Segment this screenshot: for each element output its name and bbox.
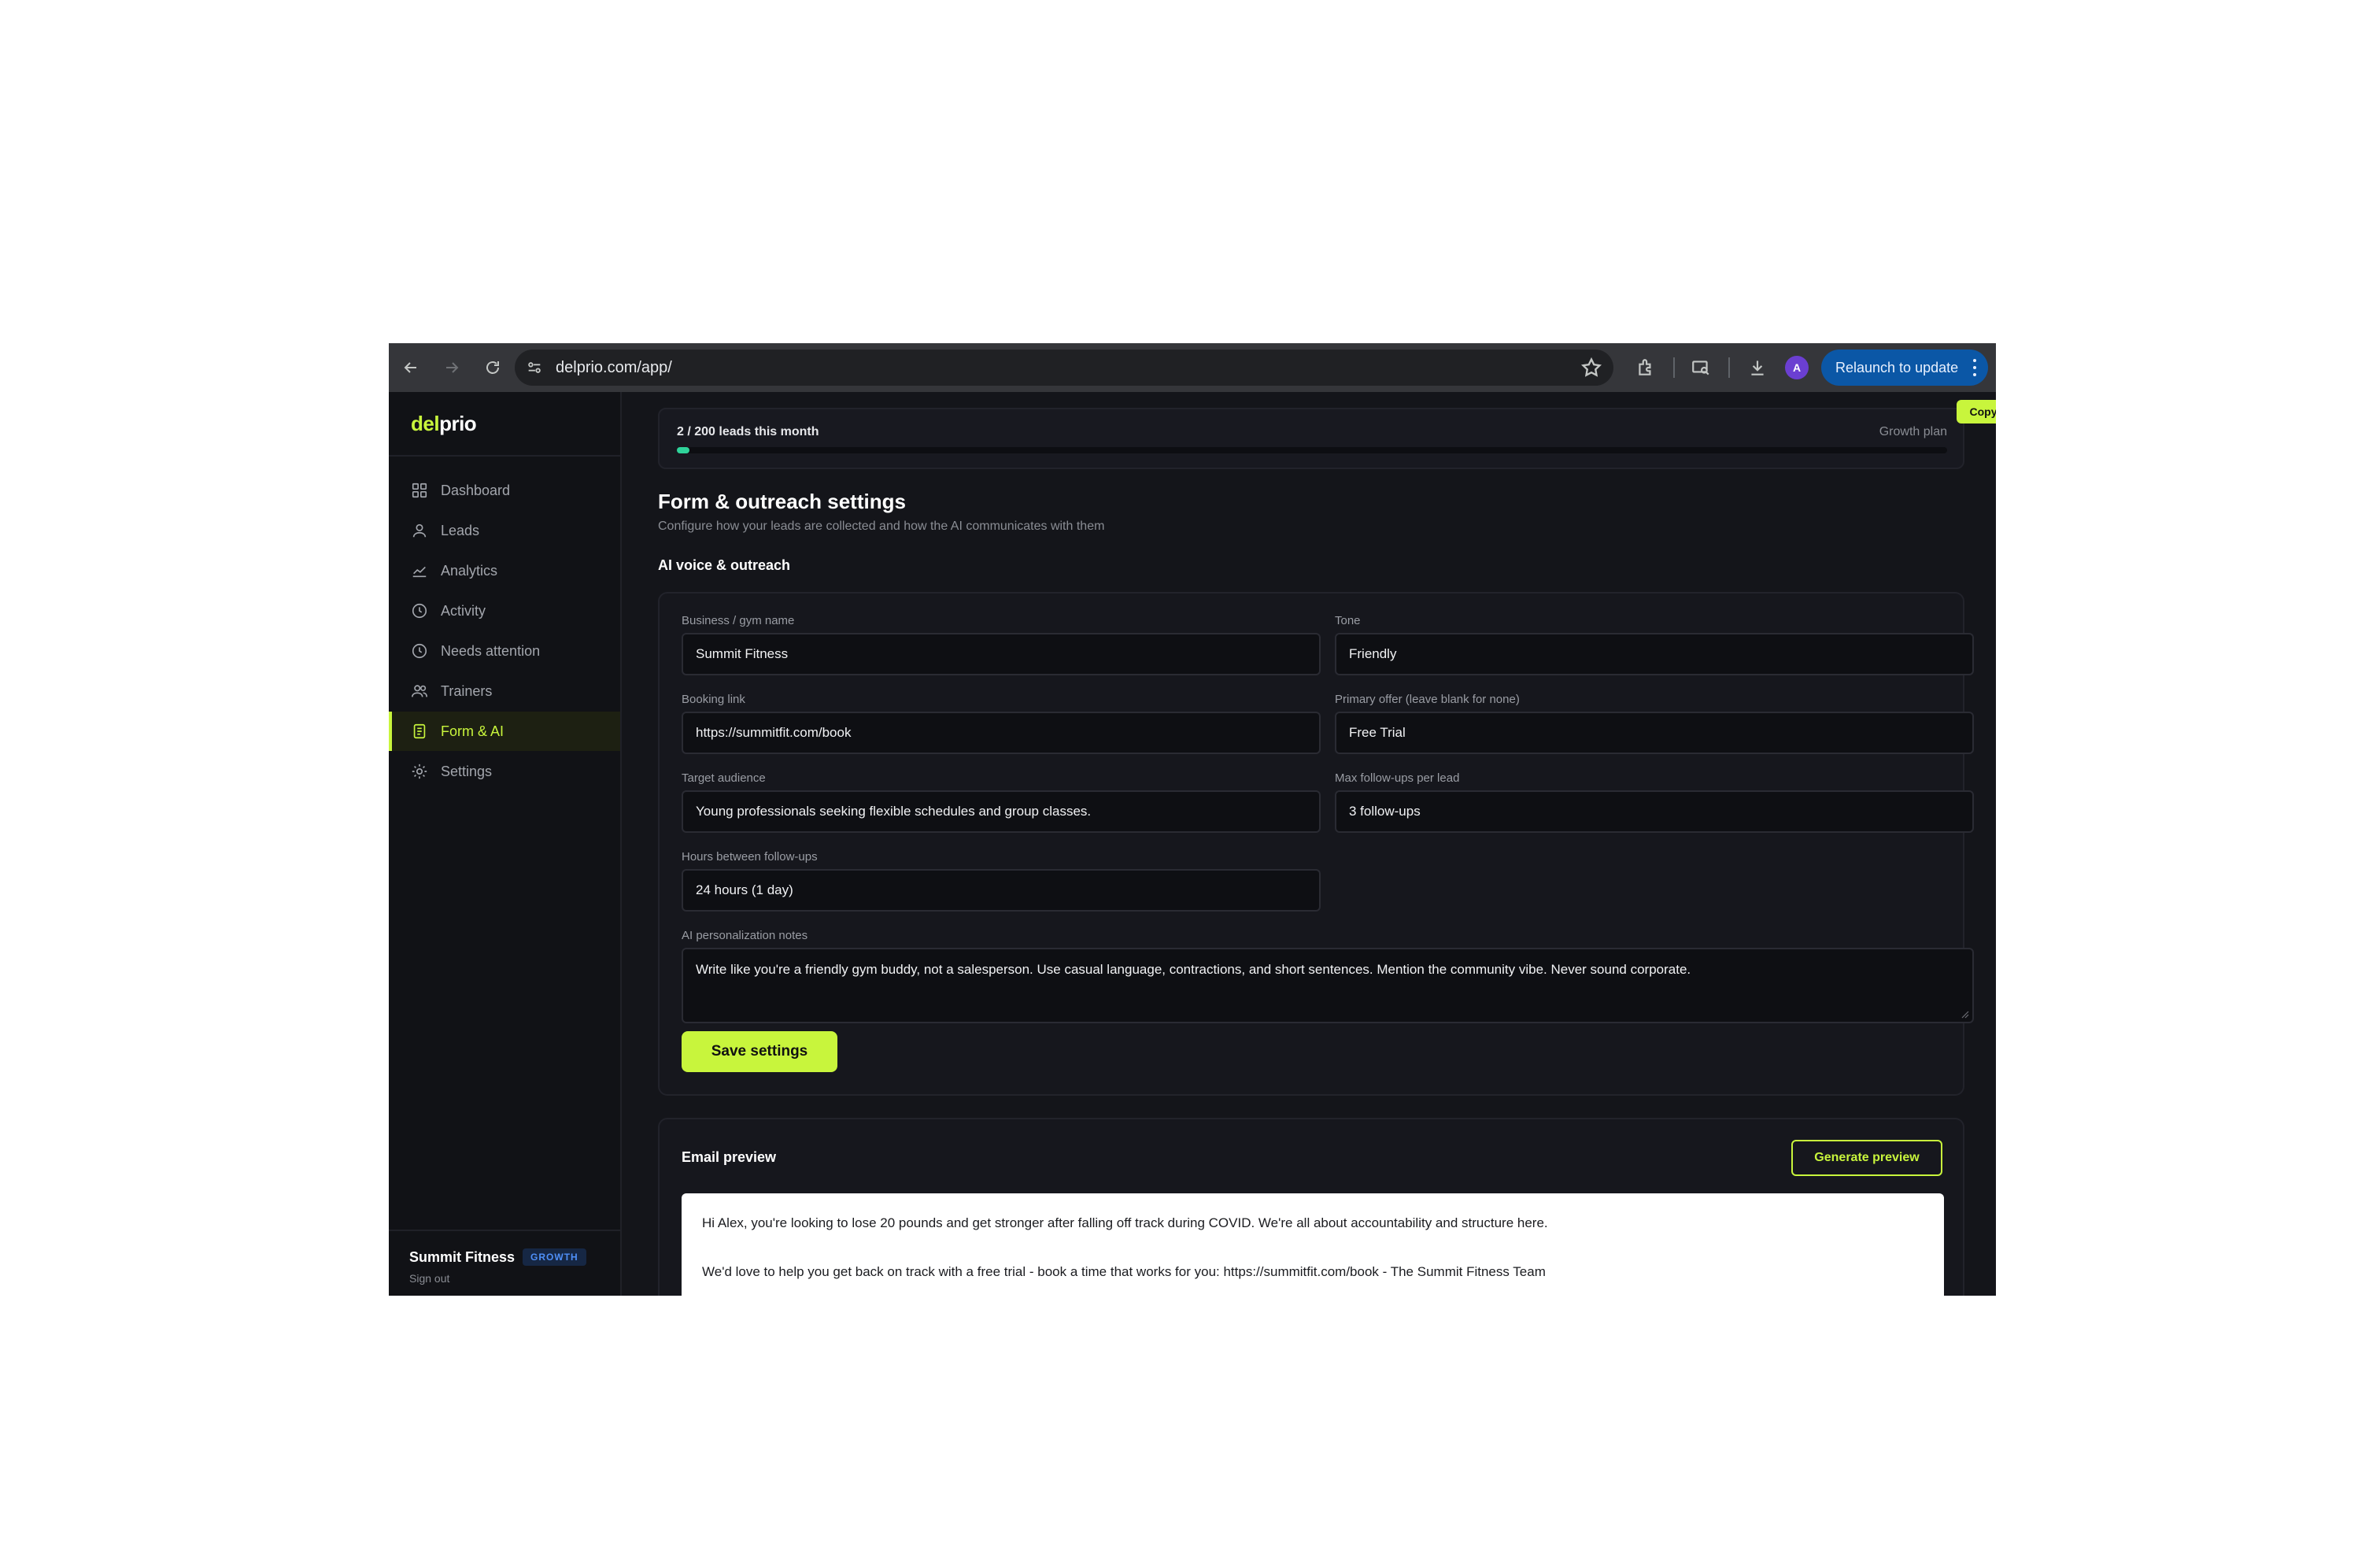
- usage-label: 2 / 200 leads this month: [677, 425, 819, 438]
- sidebar-item-label: Form & AI: [441, 723, 504, 739]
- chart-line-icon: [412, 566, 427, 578]
- business-name-input[interactable]: Summit Fitness: [682, 633, 1321, 675]
- primary-offer-label: Primary offer (leave blank for none): [1335, 693, 1520, 706]
- users-icon: [412, 685, 427, 697]
- user-icon: [412, 523, 427, 538]
- sidebar-item-label: Needs attention: [441, 642, 541, 659]
- settings-card: Business / gym name Summit Fitness Tone …: [658, 592, 1974, 1096]
- tone-label: Tone: [1335, 614, 1361, 627]
- email-preview-title: Email preview: [682, 1149, 777, 1165]
- booking-link-input[interactable]: https://summitfit.com/book: [682, 712, 1321, 754]
- sidebar-item-label: Analytics: [441, 562, 498, 579]
- sidebar-item-label: Leads: [441, 522, 480, 538]
- sidebar-item-label: Activity: [441, 602, 486, 619]
- page-subtitle: Configure how your leads are collected a…: [658, 520, 1105, 533]
- usage-progress-fill: [677, 447, 690, 453]
- toolbar-divider: [1673, 357, 1675, 378]
- url-text[interactable]: delprio.com/app/: [556, 359, 672, 377]
- clock-alert-icon: [412, 643, 427, 659]
- sun-gear-icon: [412, 764, 427, 779]
- sidebar-item-needs-attention[interactable]: Needs attention: [389, 631, 620, 671]
- tone-select[interactable]: Friendly: [1335, 633, 1974, 675]
- clock-icon: [412, 603, 427, 619]
- sidebar-nav: Dashboard Leads Analytics Activity Needs…: [389, 457, 620, 791]
- browser-toolbar: delprio.com/app/ A Relaunch to update: [389, 343, 1996, 392]
- sidebar-item-form-ai[interactable]: Form & AI: [389, 712, 620, 751]
- account-name: Summit Fitness: [409, 1248, 516, 1265]
- account-footer: Summit Fitness GROWTH Sign out: [389, 1230, 620, 1296]
- sidebar-item-leads[interactable]: Leads: [389, 511, 620, 550]
- profile-avatar[interactable]: A: [1785, 356, 1809, 379]
- sidebar-item-label: Trainers: [441, 682, 493, 699]
- usage-progress-bar: [677, 447, 1947, 453]
- bookmark-star-icon[interactable]: [1580, 357, 1602, 379]
- cast-search-icon[interactable]: [1687, 354, 1714, 381]
- max-followups-label: Max follow-ups per lead: [1335, 771, 1460, 785]
- address-bar[interactable]: delprio.com/app/: [515, 350, 1613, 386]
- sidebar-item-trainers[interactable]: Trainers: [389, 671, 620, 711]
- usage-plan: Growth plan: [1879, 425, 1947, 438]
- page-title: Form & outreach settings: [658, 490, 906, 513]
- sign-out-link[interactable]: Sign out: [409, 1272, 620, 1285]
- sidebar-item-analytics[interactable]: Analytics: [389, 551, 620, 590]
- back-icon[interactable]: [392, 349, 430, 386]
- sidebar-item-label: Settings: [441, 763, 493, 779]
- sidebar-item-activity[interactable]: Activity: [389, 591, 620, 631]
- toolbar-divider: [1728, 357, 1730, 378]
- plan-badge: GROWTH: [523, 1248, 586, 1266]
- business-name-label: Business / gym name: [682, 614, 795, 627]
- browser-window: delprio.com/app/ A Relaunch to update de…: [389, 343, 1996, 1296]
- download-icon[interactable]: [1744, 354, 1771, 381]
- email-paragraph: We'd love to help you get back on track …: [702, 1264, 1546, 1279]
- sidebar: del prio Dashboard Leads Analytics Activi…: [389, 392, 622, 1296]
- section-title: AI voice & outreach: [658, 557, 791, 573]
- ai-notes-textarea[interactable]: Write like you're a friendly gym buddy, …: [682, 948, 1974, 1023]
- generate-preview-button[interactable]: Generate preview: [1791, 1140, 1942, 1176]
- resize-grip-icon[interactable]: [1960, 1009, 1969, 1019]
- document-icon: [413, 723, 426, 739]
- copy-button[interactable]: Copy: [1957, 400, 1996, 423]
- forward-icon[interactable]: [433, 349, 471, 386]
- site-settings-icon[interactable]: [516, 350, 552, 386]
- reload-icon[interactable]: [474, 349, 512, 386]
- hours-between-label: Hours between follow-ups: [682, 850, 818, 864]
- target-audience-input[interactable]: Young professionals seeking flexible sch…: [682, 790, 1321, 833]
- main-content: 2 / 200 leads this month Growth plan Cop…: [623, 392, 1996, 1296]
- max-followups-select[interactable]: 3 follow-ups: [1335, 790, 1974, 833]
- booking-link-label: Booking link: [682, 693, 745, 706]
- relaunch-button[interactable]: Relaunch to update: [1821, 350, 1988, 386]
- brand-logo-accent: del: [411, 411, 440, 435]
- more-menu-icon[interactable]: [1972, 359, 1977, 376]
- email-preview-card: Email preview Generate preview Hi Alex, …: [658, 1118, 1964, 1296]
- ai-notes-text: Write like you're a friendly gym buddy, …: [696, 962, 1691, 977]
- ai-notes-label: AI personalization notes: [682, 929, 808, 942]
- brand-logo-text: prio: [439, 411, 477, 435]
- email-preview-body: Hi Alex, you're looking to lose 20 pound…: [682, 1193, 1944, 1296]
- sidebar-item-dashboard[interactable]: Dashboard: [389, 471, 620, 510]
- usage-card: 2 / 200 leads this month Growth plan: [658, 408, 1964, 469]
- hours-between-select[interactable]: 24 hours (1 day): [682, 869, 1321, 912]
- save-settings-button[interactable]: Save settings: [682, 1031, 837, 1072]
- grid-icon: [412, 483, 427, 498]
- brand-logo[interactable]: del prio: [389, 392, 620, 457]
- email-paragraph: Hi Alex, you're looking to lose 20 pound…: [702, 1215, 1548, 1230]
- primary-offer-input[interactable]: Free Trial: [1335, 712, 1974, 754]
- sidebar-item-label: Dashboard: [441, 482, 511, 498]
- sidebar-item-settings[interactable]: Settings: [389, 752, 620, 791]
- target-audience-label: Target audience: [682, 771, 766, 785]
- extensions-icon[interactable]: [1632, 354, 1659, 381]
- relaunch-label: Relaunch to update: [1835, 359, 1959, 375]
